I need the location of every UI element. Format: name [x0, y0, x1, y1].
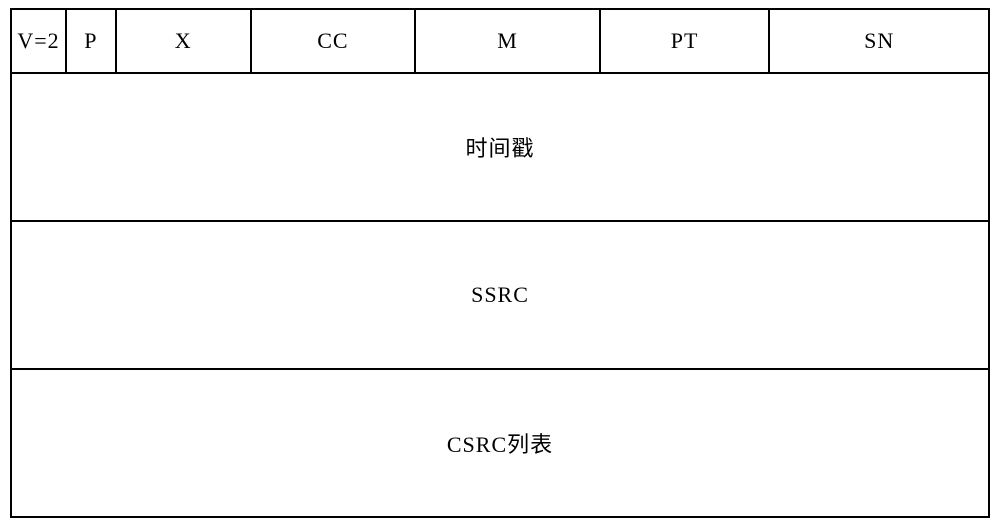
- marker-field: M: [415, 9, 600, 73]
- timestamp-field: 时间戳: [11, 73, 989, 221]
- rtp-header-diagram: V=2 P X CC M PT SN 时间戳 SSRC CSRC列表: [10, 8, 990, 518]
- timestamp-row: 时间戳: [11, 73, 989, 221]
- ssrc-field: SSRC: [11, 221, 989, 369]
- csrc-list-field: CSRC列表: [11, 369, 989, 517]
- header-fields-row: V=2 P X CC M PT SN: [11, 9, 989, 73]
- ssrc-row: SSRC: [11, 221, 989, 369]
- sequence-number-field: SN: [769, 9, 989, 73]
- csrc-list-row: CSRC列表: [11, 369, 989, 517]
- version-field: V=2: [11, 9, 66, 73]
- payload-type-field: PT: [600, 9, 770, 73]
- padding-field: P: [66, 9, 116, 73]
- extension-field: X: [116, 9, 251, 73]
- csrc-count-field: CC: [251, 9, 416, 73]
